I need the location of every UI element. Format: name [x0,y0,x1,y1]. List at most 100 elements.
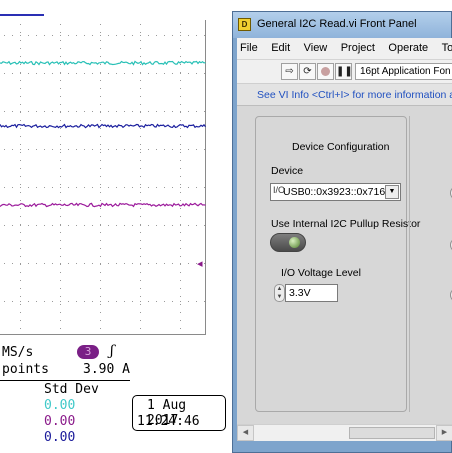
graticule-dot [84,263,85,264]
graticule-dot [100,184,101,185]
scroll-left-icon[interactable]: ◀ [237,425,254,441]
graticule-dot [140,184,141,185]
graticule-dot [68,263,69,264]
graticule-dot [4,35,5,36]
graticule-dot [204,73,205,74]
graticule-dot [100,296,101,297]
graticule-dot [60,35,61,36]
graticule-dot [100,301,101,302]
graticule-dot [20,88,21,89]
graticule-dot [28,149,29,150]
graticule-dot [140,24,141,25]
side-controls-column [409,116,452,412]
graticule-dot [36,301,37,302]
graticule-dot [100,73,101,74]
graticule-dot [92,263,93,264]
vi-info-link[interactable]: See VI Info <Ctrl+I> for more informatio… [257,89,452,101]
scrollbar-thumb[interactable] [349,427,435,439]
graticule-dot [60,88,61,89]
graticule-dot [100,35,101,36]
graticule-dot [60,112,61,113]
graticule-dot [20,40,21,41]
run-arrow-icon[interactable]: ⇨ [281,63,298,80]
graticule-dot [20,144,21,145]
graticule-dot [28,35,29,36]
graticule-dot [92,225,93,226]
graticule-dot [100,208,101,209]
graticule-dot [20,136,21,137]
front-panel: Device Configuration Device I/O USB0::0x… [237,106,452,424]
device-selector[interactable]: I/O USB0::0x3923::0x7166: ▼ [270,183,401,201]
channel-badge: 3 [77,345,99,359]
graticule-dot [60,149,61,150]
graticule-dot [180,184,181,185]
graticule-dot [188,187,189,188]
graticule-dot [140,296,141,297]
graticule-dot [116,187,117,188]
graticule-dot [20,152,21,153]
graticule-dot [124,301,125,302]
voltage-value[interactable]: 3.3V [285,284,338,302]
graticule-dot [140,64,141,65]
graticule-dot [20,312,21,313]
graticule-dot [20,192,21,193]
graticule-dot [140,160,141,161]
voltage-increment-icon[interactable]: ▲ ▼ [274,284,285,302]
graticule-dot [204,111,205,112]
window-titlebar[interactable]: D General I2C Read.vi Front Panel [233,12,451,38]
graticule-dot [4,187,5,188]
graticule-dot [100,96,101,97]
section-title: Device Configuration [292,141,390,153]
graticule-dot [12,73,13,74]
graticule-dot [44,301,45,302]
graticule-dot [204,263,205,264]
abort-icon[interactable] [317,63,334,80]
graticule-dot [28,111,29,112]
graticule-dot [108,187,109,188]
menu-project[interactable]: Project [338,38,378,54]
graticule-dot [60,256,61,257]
menu-tools[interactable]: Tools [439,38,452,54]
graticule-dot [108,149,109,150]
graticule-dot [60,56,61,57]
graticule-dot [20,73,21,74]
menu-operate[interactable]: Operate [385,38,431,54]
graticule-dot [140,168,141,169]
menu-view[interactable]: View [301,38,331,54]
graticule-dot [44,263,45,264]
pullup-toggle-switch[interactable] [270,233,306,252]
menu-edit[interactable]: Edit [268,38,293,54]
window-title: General I2C Read.vi Front Panel [257,18,417,30]
horizontal-scrollbar[interactable]: ◀ ▶ [237,424,452,441]
graticule-dot [100,216,101,217]
graticule-dot [100,128,101,129]
graticule-dot [60,48,61,49]
graticule-dot [28,187,29,188]
graticule-dot [60,263,61,264]
graticule-dot [180,224,181,225]
graticule-dot [100,144,101,145]
graticule-dot [100,24,101,25]
graticule-dot [92,35,93,36]
graticule-dot [12,111,13,112]
graticule-dot [124,35,125,36]
graticule-dot [92,149,93,150]
graticule-dot [164,149,165,150]
graticule-dot [100,328,101,329]
graticule-dot [164,301,165,302]
graticule-dot [60,32,61,33]
chevron-down-icon[interactable]: ▼ [385,185,399,199]
run-continuously-icon[interactable]: ⟳ [299,63,316,80]
graticule-dot [76,149,77,150]
graticule-dot [68,111,69,112]
menu-file[interactable]: File [237,38,261,54]
graticule-dot [20,225,21,226]
graticule-dot [20,263,21,264]
graticule-dot [188,149,189,150]
pause-icon[interactable]: ❚❚ [335,63,353,80]
font-selector[interactable]: 16pt Application Fon [355,63,452,80]
graticule-dot [180,328,181,329]
scroll-right-icon[interactable]: ▶ [436,425,452,441]
graticule-dot [20,160,21,161]
labview-vi-icon[interactable]: D [238,18,251,31]
